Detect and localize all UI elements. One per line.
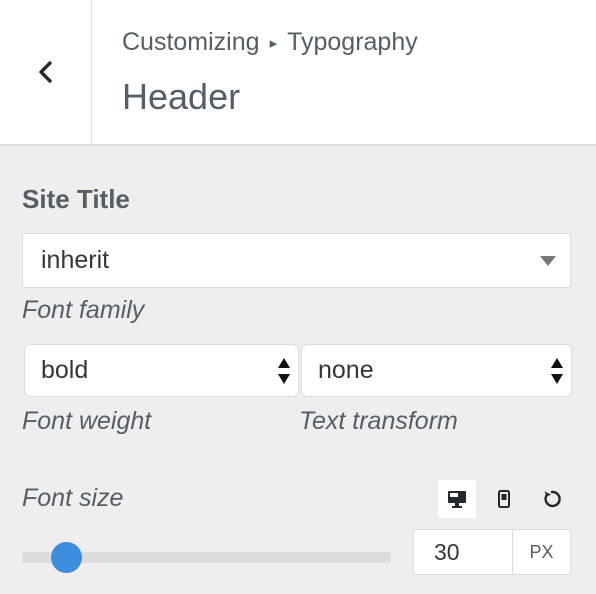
font-size-input[interactable]: 30	[413, 529, 512, 575]
panel-title: Header	[122, 76, 241, 117]
font-size-slider-thumb[interactable]	[50, 542, 82, 573]
reset-button[interactable]	[533, 480, 571, 518]
font-size-value: 30	[434, 538, 460, 565]
font-weight-select[interactable]: bold	[24, 344, 299, 397]
font-size-label: Font size	[22, 484, 124, 512]
text-transform-description: Text transform	[299, 407, 458, 435]
customizer-header: Customizing ▸ Typography Header	[0, 0, 596, 146]
chevron-left-icon	[38, 61, 52, 83]
font-family-select[interactable]: inherit	[22, 233, 571, 288]
mobile-icon	[498, 490, 510, 508]
breadcrumb-separator: ▸	[269, 34, 278, 52]
font-family-description: Font family	[22, 296, 145, 324]
font-family-value: inherit	[41, 246, 110, 274]
select-arrows-icon	[278, 358, 290, 384]
select-arrows-icon	[551, 358, 563, 384]
breadcrumb-parent: Customizing	[122, 28, 260, 56]
desktop-device-button[interactable]	[438, 480, 476, 518]
reset-icon	[544, 490, 561, 508]
caret-down-icon	[540, 256, 556, 266]
breadcrumb: Customizing ▸ Typography	[122, 28, 418, 57]
breadcrumb-current: Typography	[287, 28, 418, 56]
desktop-icon	[448, 491, 466, 508]
mobile-device-button[interactable]	[485, 480, 523, 518]
text-transform-select[interactable]: none	[301, 344, 572, 397]
section-title: Site Title	[22, 184, 130, 214]
back-button[interactable]	[0, 0, 92, 144]
font-size-unit[interactable]: PX	[512, 529, 571, 575]
font-weight-value: bold	[41, 356, 89, 384]
text-transform-value: none	[318, 356, 374, 384]
font-weight-description: Font weight	[22, 407, 152, 435]
